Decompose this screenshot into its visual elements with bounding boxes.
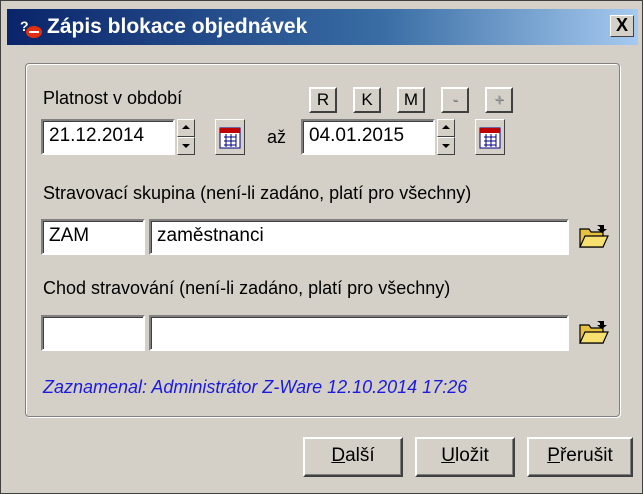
folder-open-icon <box>579 321 609 344</box>
title-bar[interactable]: ? Zápis blokace objednávek X <box>7 9 638 45</box>
save-button-label: ložit <box>454 445 489 466</box>
date-from-spinner[interactable] <box>177 119 195 155</box>
spin-up-icon[interactable] <box>437 119 455 137</box>
save-button-accelerator: U <box>441 445 455 466</box>
calendar-icon <box>479 127 501 149</box>
next-button-accelerator: D <box>331 445 346 466</box>
dialog-window: ? Zápis blokace objednávek X Platnost v … <box>0 0 643 494</box>
cancel-button-label: řerušit <box>559 445 613 466</box>
cancel-button-accelerator: P <box>547 445 560 466</box>
quick-r-button[interactable]: R <box>309 87 337 113</box>
quick-k-button[interactable]: K <box>353 87 381 113</box>
next-button[interactable]: Další <box>303 437 403 477</box>
close-button[interactable]: X <box>610 15 634 37</box>
to-label: až <box>267 127 287 147</box>
window-title: Zápis blokace objednávek <box>47 15 308 38</box>
meal-group-name-input[interactable]: zaměstnanci <box>149 219 569 255</box>
cancel-button[interactable]: Přerušit <box>527 437 633 477</box>
meal-course-label: Chod stravování (není-li zadáno, platí p… <box>43 278 451 298</box>
date-to-spinner[interactable] <box>437 119 455 155</box>
calendar-icon <box>219 127 241 149</box>
spin-down-icon[interactable] <box>177 137 195 155</box>
meal-group-label: Stravovací skupina (není-li zadáno, plat… <box>43 183 472 203</box>
date-from-input[interactable]: 21.12.2014 <box>41 119 175 155</box>
meal-course-name-input[interactable] <box>149 315 569 351</box>
meal-course-browse-button[interactable] <box>577 316 611 352</box>
meal-course-code-input[interactable] <box>41 315 145 351</box>
spin-down-icon[interactable] <box>437 137 455 155</box>
period-label: Platnost v období <box>43 88 183 108</box>
date-to-calendar-button[interactable] <box>475 119 505 155</box>
quick-plus-button[interactable]: + <box>485 87 513 113</box>
meal-group-browse-button[interactable] <box>577 220 611 256</box>
quick-minus-button[interactable]: - <box>441 87 469 113</box>
date-from-calendar-button[interactable] <box>215 119 245 155</box>
folder-open-icon <box>579 225 609 248</box>
meal-group-code-input[interactable]: ZAM <box>41 219 145 255</box>
spin-up-icon[interactable] <box>177 119 195 137</box>
next-button-label: alší <box>345 445 375 466</box>
save-button[interactable]: Uložit <box>415 437 515 477</box>
date-to-input[interactable]: 04.01.2015 <box>301 119 435 155</box>
quick-m-button[interactable]: M <box>397 87 425 113</box>
recorded-by-text: Zaznamenal: Administrátor Z-Ware 12.10.2… <box>43 377 468 397</box>
app-icon: ? <box>20 18 42 38</box>
